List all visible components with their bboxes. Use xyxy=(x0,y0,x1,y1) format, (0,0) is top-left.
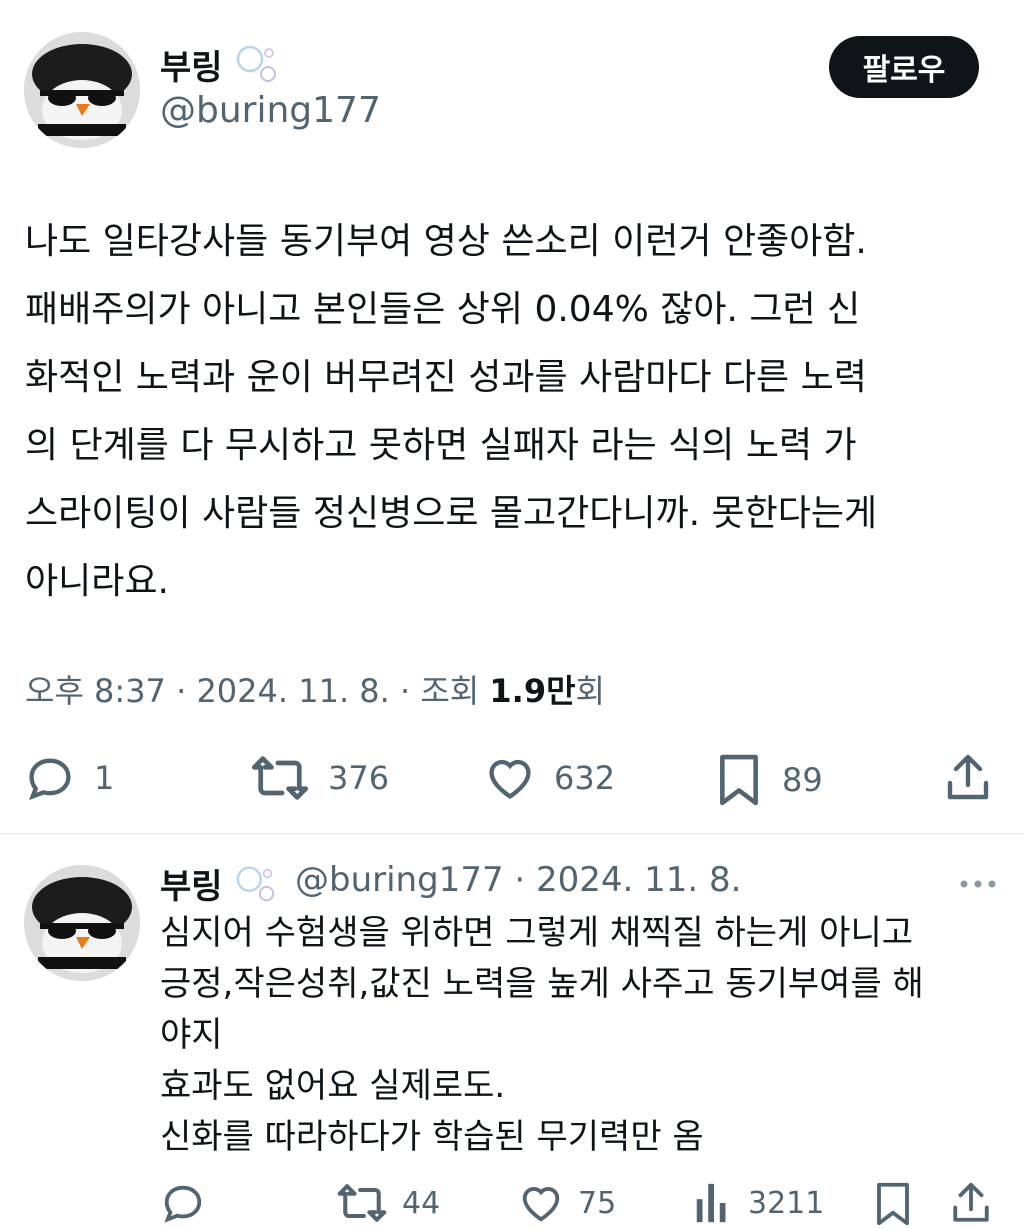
reply-display-name[interactable]: 부링 xyxy=(160,859,278,908)
tweet-time[interactable]: 오후 8:37 xyxy=(25,672,166,710)
reply-line: 효과도 없어요 실제로도. xyxy=(160,1066,506,1106)
heart-icon xyxy=(489,759,531,799)
reply-count: 1 xyxy=(94,759,115,797)
share-button[interactable] xyxy=(944,752,992,806)
reply-views-count: 3211 xyxy=(748,1185,825,1221)
tweet-line: 나도 일타강사들 동기부여 영상 쓴소리 이런거 안좋아함. xyxy=(25,221,867,262)
retweet-count: 376 xyxy=(328,759,390,797)
like-count: 632 xyxy=(554,759,616,797)
bookmark-icon xyxy=(877,1182,909,1226)
share-icon xyxy=(947,754,989,800)
reply-display-name-text[interactable]: 부링 xyxy=(160,867,223,907)
separator: · xyxy=(176,672,197,710)
reply-button[interactable]: 1 xyxy=(24,752,114,804)
follow-button[interactable]: 팔로우 xyxy=(829,36,979,98)
views-suffix: 회 xyxy=(575,672,605,710)
reply-like-count: 75 xyxy=(578,1185,617,1221)
comment-icon xyxy=(164,1185,202,1223)
reply-line: 긍정,작은성취,값진 노력을 높게 사주고 동기부여를 해 xyxy=(160,964,924,1004)
display-name[interactable]: 부링 xyxy=(160,40,280,89)
reply-retweet-button[interactable]: 44 xyxy=(336,1180,440,1226)
views-count: 1.9만 xyxy=(489,672,576,710)
bookmark-button[interactable]: 89 xyxy=(714,752,823,808)
like-button[interactable]: 632 xyxy=(484,752,615,804)
share-icon xyxy=(953,1182,989,1222)
reply-line: 야지 xyxy=(160,1015,223,1055)
separator: · xyxy=(399,672,421,710)
tweet-line: 패배주의가 아니고 본인들은 상위 0.04% 잖아. 그런 신 xyxy=(25,289,861,330)
tweet-date[interactable]: 2024. 11. 8. xyxy=(196,672,389,710)
reply-bookmark-button[interactable] xyxy=(872,1180,914,1228)
tweet-line: 아니라요. xyxy=(25,561,169,602)
retweet-button[interactable]: 376 xyxy=(250,752,389,804)
bubble-icon xyxy=(237,866,275,902)
reply-avatar[interactable] xyxy=(24,865,140,981)
comment-icon xyxy=(28,758,71,801)
retweet-icon xyxy=(337,1184,387,1222)
tweet-meta: 오후 8:37 · 2024. 11. 8. · 조회 1.9만회 xyxy=(25,666,605,712)
reply-like-button[interactable]: 75 xyxy=(518,1180,616,1226)
reply-views-button[interactable]: 3211 xyxy=(694,1180,824,1226)
heart-icon xyxy=(522,1187,560,1222)
tweet-line: 스라이팅이 사람들 정신병으로 몰고간다니까. 못한다는게 xyxy=(25,493,878,534)
more-options-icon[interactable] xyxy=(958,876,998,890)
avatar[interactable] xyxy=(24,32,140,148)
tweet-line: 의 단계를 다 무시하고 못하면 실패자 라는 식의 노력 가 xyxy=(25,425,857,466)
handle[interactable]: @buring177 xyxy=(160,90,381,131)
divider xyxy=(0,833,1024,834)
bar-chart-icon xyxy=(696,1183,726,1223)
retweet-icon xyxy=(251,756,309,800)
display-name-text[interactable]: 부링 xyxy=(160,48,223,88)
bubble-icon xyxy=(237,45,277,82)
reply-handle-date[interactable]: @buring177 · 2024. 11. 8. xyxy=(295,860,741,900)
reply-share-button[interactable] xyxy=(950,1180,992,1228)
reply-line: 신화를 따라하다가 학습된 무기력만 옴 xyxy=(160,1117,704,1157)
bookmark-icon xyxy=(720,754,758,806)
reply-line: 심지어 수험생을 위하면 그렇게 채찍질 하는게 아니고 xyxy=(160,913,914,953)
bookmark-count: 89 xyxy=(782,761,823,799)
tweet-line: 화적인 노력과 운이 버무려진 성과를 사람마다 다른 노력 xyxy=(25,357,867,398)
views-label: 조회 xyxy=(420,672,480,710)
reply-retweet-count: 44 xyxy=(402,1185,441,1221)
reply-reply-button[interactable] xyxy=(160,1180,206,1226)
